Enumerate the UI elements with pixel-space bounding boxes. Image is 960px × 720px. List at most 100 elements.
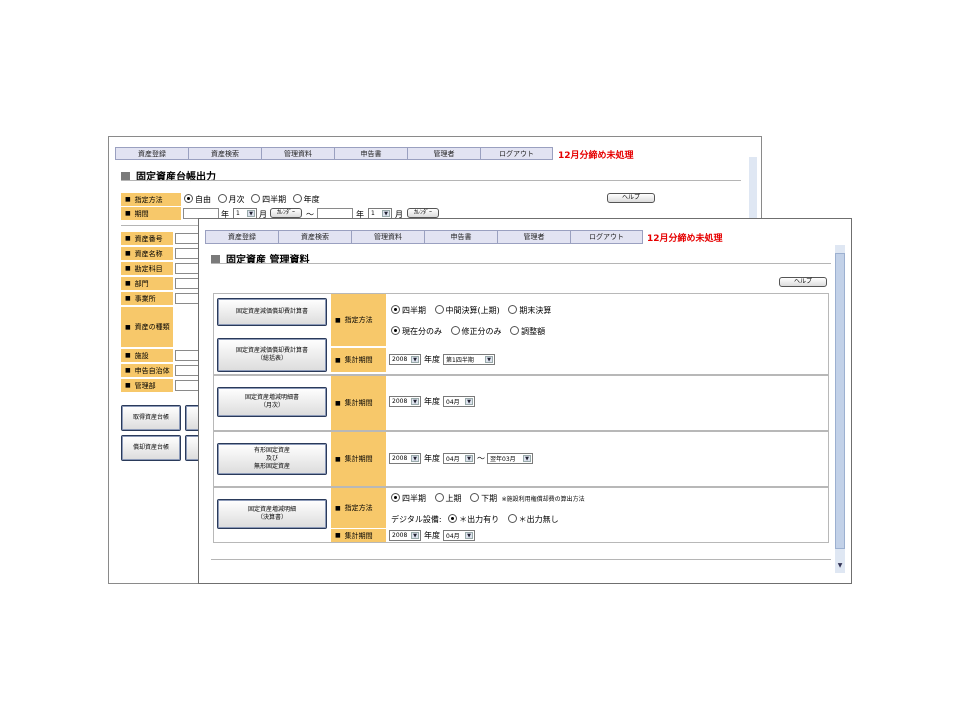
front-help-button[interactable]: ヘルプ xyxy=(779,277,827,287)
divider xyxy=(121,180,741,181)
chevron-down-icon: ▼ xyxy=(465,455,473,462)
year-unit: 年度 xyxy=(424,531,440,540)
chevron-down-icon: ▼ xyxy=(485,356,493,363)
nav-admin[interactable]: 管理者 xyxy=(408,148,481,159)
monthly-change-button[interactable]: 固定資産増減明細書 （月次） xyxy=(217,387,327,417)
nav-asset-register[interactable]: 資産登録 xyxy=(206,231,279,243)
s1-year-select[interactable]: 2008 ▼ xyxy=(389,354,421,365)
field-asset-name: ■ 資産名称 xyxy=(121,247,173,260)
asset-number-input[interactable] xyxy=(175,233,199,244)
depreciable-asset-ledger-button[interactable]: 償却資産台帳 xyxy=(121,435,181,461)
calendar-from-button[interactable]: ｶﾚﾝﾀﾞｰ xyxy=(270,208,302,218)
radio-adjustment[interactable] xyxy=(510,326,520,335)
field-facility: ■ 施設 xyxy=(121,349,173,362)
nav-declaration[interactable]: 申告書 xyxy=(335,148,408,159)
radio-revised-only[interactable] xyxy=(450,326,460,335)
calendar-to-button[interactable]: ｶﾚﾝﾀﾞｰ xyxy=(407,208,439,218)
back-alert-text: 12月分締め未処理 xyxy=(558,151,634,161)
nav-management-docs[interactable]: 管理資料 xyxy=(262,148,335,159)
year-unit: 年度 xyxy=(424,454,440,463)
s2-agg-label: ■ 集計期間 xyxy=(331,376,386,430)
office-input[interactable] xyxy=(175,293,199,304)
tangible-intangible-button[interactable]: 有形固定資産 及び 無形固定資産 xyxy=(217,443,327,475)
back-nav-bar: 資産登録 資産検索 管理資料 申告書 管理者 ログアウト xyxy=(115,147,553,160)
nav-logout[interactable]: ログアウト xyxy=(571,231,642,243)
s4-spec-label: ■ 指定方法 xyxy=(331,488,386,528)
s4-options: 四半期 上期 下期 ※施設利用権償却費の算出方法 xyxy=(391,493,585,504)
radio-year[interactable] xyxy=(292,194,302,203)
s3-month-select[interactable]: 04月 ▼ xyxy=(443,453,475,464)
nav-admin[interactable]: 管理者 xyxy=(498,231,571,243)
radio-quarter[interactable] xyxy=(391,305,400,314)
radio-yearend[interactable] xyxy=(508,305,518,314)
s4-note: ※施設利用権償却費の算出方法 xyxy=(501,496,585,503)
year-unit: 年度 xyxy=(424,397,440,406)
nav-asset-register[interactable]: 資産登録 xyxy=(116,148,189,159)
nav-asset-search[interactable]: 資産検索 xyxy=(189,148,262,159)
dept-input[interactable] xyxy=(175,278,199,289)
radio-digital-output-no[interactable] xyxy=(507,514,517,523)
year-unit: 年度 xyxy=(424,355,440,364)
account-input[interactable] xyxy=(175,263,199,274)
chevron-down-icon: ▼ xyxy=(382,210,390,217)
field-dept: ■ 部門 xyxy=(121,277,173,290)
radio-free[interactable] xyxy=(184,194,193,203)
field-manager: ■ 管理部 xyxy=(121,379,173,392)
asset-name-input[interactable] xyxy=(175,248,199,259)
radio-second-half[interactable] xyxy=(470,493,480,502)
nav-asset-search[interactable]: 資産検索 xyxy=(279,231,352,243)
s3-year-select[interactable]: 2008 ▼ xyxy=(389,453,421,464)
s1-spec-label: ■ 指定方法 xyxy=(331,294,386,346)
radio-digital-output-yes[interactable] xyxy=(448,514,458,523)
chevron-down-icon: ▼ xyxy=(411,356,419,363)
s1-agg-label: ■ 集計期間 xyxy=(331,348,386,372)
acquired-asset-ledger-button[interactable]: 取得資産台帳 xyxy=(121,405,181,431)
manager-input[interactable] xyxy=(175,380,199,391)
nav-declaration[interactable]: 申告書 xyxy=(425,231,498,243)
scrollbar-thumb[interactable] xyxy=(835,253,845,549)
s1-options-b: 現在分のみ 修正分のみ 調整額 xyxy=(391,326,545,337)
chevron-down-icon: ▼ xyxy=(411,455,419,462)
scroll-down-icon[interactable]: ▼ xyxy=(835,560,845,570)
settlement-change-button[interactable]: 固定資産増減明細 （決算書） xyxy=(217,499,327,529)
facility-input[interactable] xyxy=(175,350,199,361)
back-spec-options: 自由 月次 四半期 年度 xyxy=(184,194,320,205)
divider xyxy=(211,263,831,264)
radio-first-half[interactable] xyxy=(434,493,444,502)
s2-year-select[interactable]: 2008 ▼ xyxy=(389,396,421,407)
depreciation-summary-button[interactable]: 固定資産減価償却費計算書 （総括表） xyxy=(217,338,327,372)
chevron-down-icon: ▼ xyxy=(247,210,255,217)
radio-monthly[interactable] xyxy=(217,194,227,203)
chevron-down-icon: ▼ xyxy=(411,532,419,539)
radio-interim[interactable] xyxy=(434,305,444,314)
s4-year-select[interactable]: 2008 ▼ xyxy=(389,530,421,541)
digital-label: デジタル設備: xyxy=(391,515,442,524)
radio-quarter[interactable] xyxy=(251,194,261,203)
s3-to-month-select[interactable]: 翌年03月 ▼ xyxy=(487,453,533,464)
back-spec-label: ■ 指定方法 xyxy=(121,193,181,206)
field-office: ■ 事業所 xyxy=(121,292,173,305)
s1-options-a: 四半期 中間決算(上期) 期末決算 xyxy=(391,305,551,316)
range-tilde: 〜 xyxy=(477,454,485,463)
chevron-down-icon: ▼ xyxy=(523,455,531,462)
front-nav-bar: 資産登録 資産検索 管理資料 申告書 管理者 ログアウト xyxy=(205,230,643,244)
radio-current-only[interactable] xyxy=(391,326,400,335)
front-window: 資産登録 資産検索 管理資料 申告書 管理者 ログアウト 12月分締め未処理 固… xyxy=(198,218,852,584)
municipality-input[interactable] xyxy=(175,365,199,376)
divider xyxy=(211,559,831,560)
back-help-button[interactable]: ヘルプ xyxy=(607,193,655,203)
back-period-label: ■ 期間 xyxy=(121,207,181,220)
nav-logout[interactable]: ログアウト xyxy=(481,148,552,159)
nav-management-docs[interactable]: 管理資料 xyxy=(352,231,425,243)
s4-month-select[interactable]: 04月 ▼ xyxy=(443,530,475,541)
chevron-down-icon: ▼ xyxy=(465,398,473,405)
field-account: ■ 勘定科目 xyxy=(121,262,173,275)
s1-quarter-select[interactable]: 第1四半期 ▼ xyxy=(443,354,495,365)
chevron-down-icon: ▼ xyxy=(465,532,473,539)
depreciation-calc-button[interactable]: 固定資産減価償却費計算書 xyxy=(217,298,327,326)
radio-quarter[interactable] xyxy=(391,493,400,502)
field-asset-number: ■ 資産番号 xyxy=(121,232,173,245)
s3-agg-label: ■ 集計期間 xyxy=(331,432,386,486)
s2-month-select[interactable]: 04月 ▼ xyxy=(443,396,475,407)
field-asset-type: ■ 資産の種類 xyxy=(121,307,173,347)
